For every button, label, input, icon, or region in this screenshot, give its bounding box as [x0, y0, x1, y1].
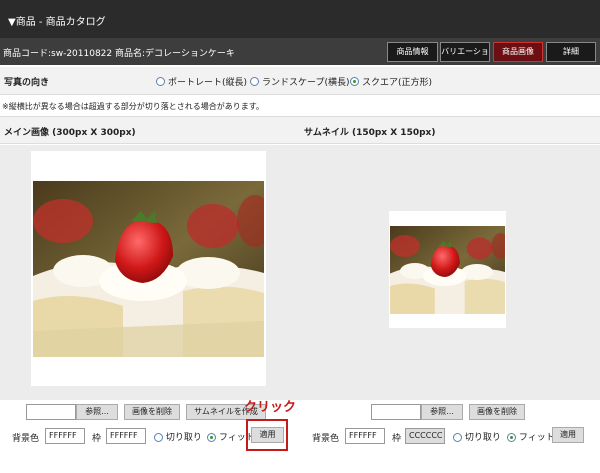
thumb-crop-option[interactable]: 切り取り [453, 430, 501, 443]
thumb-fit-option[interactable]: フィット [507, 430, 555, 443]
click-annotation: クリック [244, 400, 297, 415]
tab-detail[interactable]: 詳細 [546, 42, 596, 62]
tab-product-info[interactable]: 商品情報 [387, 42, 438, 62]
main-image-photo [33, 181, 264, 357]
thumb-browse-button[interactable]: 参照... [421, 404, 463, 420]
product-code: 商品コード:sw-20110822 [3, 49, 113, 59]
thumb-apply-button[interactable]: 適用 [552, 427, 584, 443]
main-delete-image-button[interactable]: 画像を削除 [124, 404, 180, 420]
click-highlight-box [246, 419, 288, 451]
portrait-label: ポートレート(縦長) [168, 78, 248, 88]
orientation-portrait[interactable]: ポートレート(縦長) [156, 75, 247, 88]
thumb-crop-label: 切り取り [464, 433, 501, 443]
main-bg-color-input[interactable]: FFFFFF [45, 428, 85, 444]
main-image-title: メイン画像 (300px X 300px) [4, 128, 136, 138]
product-name: 商品名:デコレーションケーキ [115, 49, 235, 59]
main-frame-color-input[interactable]: FFFFFF [106, 428, 146, 444]
main-crop-label: 切り取り [165, 433, 202, 443]
crop-note: ※縦横比が異なる場合は超過する部分が切り落とされる場合があります。 [2, 102, 264, 111]
landscape-label: ランドスケープ(横長) [262, 78, 350, 88]
main-frame-color-label: 枠 [92, 434, 102, 444]
thumb-bg-color-input[interactable]: FFFFFF [345, 428, 385, 444]
main-file-input[interactable] [26, 404, 76, 420]
thumb-file-input[interactable] [371, 404, 421, 420]
orientation-landscape[interactable]: ランドスケープ(横長) [250, 75, 349, 88]
orientation-square[interactable]: スクエア(正方形) [350, 75, 432, 88]
window-title: ▼商品 - 商品カタログ [8, 17, 106, 28]
orientation-row: 写真の向き ポートレート(縦長) ランドスケープ(横長) スクエア(正方形) [0, 67, 600, 95]
radio-landscape[interactable] [250, 77, 259, 86]
product-code-name: 商品コード:sw-20110822 商品名:デコレーションケーキ [3, 46, 235, 59]
thumb-delete-image-button[interactable]: 画像を削除 [469, 404, 525, 420]
main-crop-option[interactable]: 切り取り [154, 430, 202, 443]
main-browse-button[interactable]: 参照... [76, 404, 118, 420]
square-label: スクエア(正方形) [362, 78, 433, 88]
radio-main-fit[interactable] [207, 433, 216, 442]
thumb-fit-label: フィット [518, 433, 555, 443]
radio-square[interactable] [350, 77, 359, 86]
radio-portrait[interactable] [156, 77, 165, 86]
orientation-label: 写真の向き [4, 78, 50, 88]
radio-thumb-crop[interactable] [453, 433, 462, 442]
section-header: メイン画像 (300px X 300px) サムネイル (150px X 150… [0, 116, 600, 144]
tab-variation[interactable]: バリエーション [440, 42, 490, 74]
main-bg-color-label: 背景色 [12, 434, 40, 444]
window-title-bar: ▼商品 - 商品カタログ [0, 0, 600, 38]
product-info-bar: 商品コード:sw-20110822 商品名:デコレーションケーキ 商品情報 バリ… [0, 38, 600, 74]
thumb-frame-color-label: 枠 [392, 434, 402, 444]
thumbnail-photo [390, 226, 505, 314]
radio-main-crop[interactable] [154, 433, 163, 442]
thumb-frame-color-input[interactable]: CCCCCC [405, 428, 445, 444]
tab-product-image[interactable]: 商品画像 [493, 42, 543, 62]
thumbnail-title: サムネイル (150px X 150px) [304, 128, 436, 138]
radio-thumb-fit[interactable] [507, 433, 516, 442]
thumb-bg-color-label: 背景色 [312, 434, 340, 444]
